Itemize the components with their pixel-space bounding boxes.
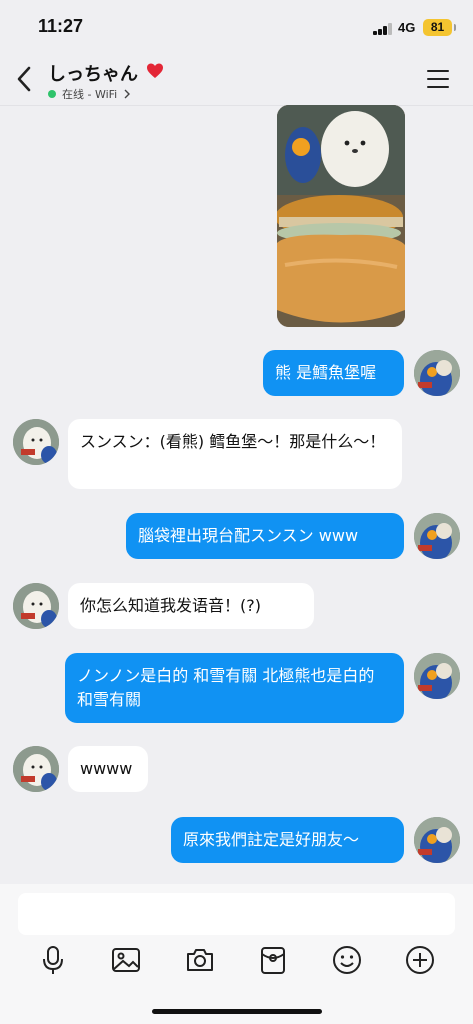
shared-photo[interactable]: [277, 105, 405, 327]
back-icon[interactable]: [12, 64, 38, 94]
contact-avatar[interactable]: [13, 419, 59, 465]
my-avatar[interactable]: [414, 653, 460, 699]
chevron-right-icon: [124, 89, 131, 99]
message-bubble-incoming[interactable]: 你怎么知道我发语音！(?): [68, 583, 314, 629]
message-bubble-outgoing[interactable]: 原來我們註定是好朋友～: [171, 817, 404, 863]
heart-icon: [147, 63, 163, 78]
contact-avatar[interactable]: [13, 583, 59, 629]
presence-label: 在线 - WiFi: [62, 88, 118, 101]
status-time: 11:27: [38, 16, 84, 36]
contact-avatar[interactable]: [13, 746, 59, 792]
plus-icon[interactable]: [404, 944, 436, 976]
message-bubble-incoming[interactable]: wwww: [68, 746, 148, 792]
battery-level: 81: [430, 20, 445, 34]
menu-icon[interactable]: [427, 70, 449, 88]
my-avatar[interactable]: [414, 817, 460, 863]
red-packet-icon[interactable]: [257, 944, 289, 976]
contact-name[interactable]: しっちゃん: [48, 60, 138, 86]
message-bubble-outgoing[interactable]: 熊 是鱈魚堡喔: [263, 350, 404, 396]
message-bubble-incoming[interactable]: スンスン：(看熊) 鳕鱼堡～！那是什么～！: [68, 419, 402, 489]
microphone-icon[interactable]: [37, 944, 69, 976]
battery-icon: 81: [423, 19, 456, 36]
signal-icon: [373, 23, 393, 35]
my-avatar[interactable]: [414, 513, 460, 559]
emoji-icon[interactable]: [331, 944, 363, 976]
message-input[interactable]: [18, 893, 455, 935]
network-type: 4G: [398, 20, 416, 35]
presence-status[interactable]: 在线 - WiFi: [48, 86, 131, 102]
home-indicator[interactable]: [152, 1009, 322, 1014]
online-dot: [48, 90, 56, 98]
message-bubble-outgoing[interactable]: 腦袋裡出現台配スンスン www: [126, 513, 404, 559]
camera-icon[interactable]: [184, 944, 216, 976]
composer-bar: [0, 884, 473, 1024]
my-avatar[interactable]: [414, 350, 460, 396]
message-bubble-outgoing[interactable]: ノンノン是白的 和雪有關 北極熊也是白的 和雪有關: [65, 653, 404, 723]
image-icon[interactable]: [110, 944, 142, 976]
status-bar: 11:27 4G 81: [0, 0, 473, 52]
chat-header: しっちゃん 在线 - WiFi: [0, 52, 473, 106]
